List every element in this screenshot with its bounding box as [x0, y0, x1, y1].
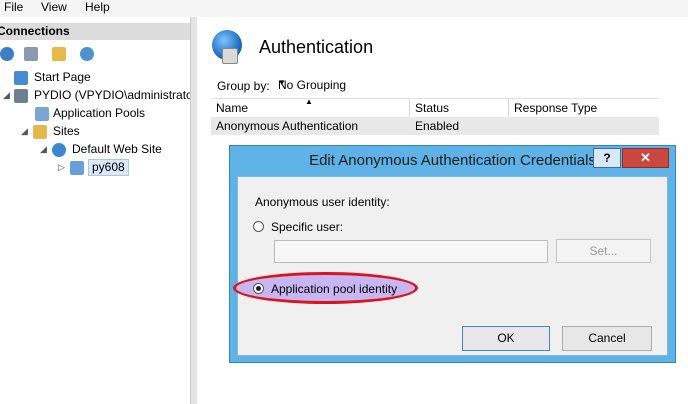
help-button[interactable]: ?: [593, 148, 621, 168]
table-row[interactable]: Anonymous Authentication Enabled: [211, 117, 659, 135]
cell-name: Anonymous Authentication: [216, 119, 359, 133]
collapse-arrow-icon[interactable]: ◢: [40, 141, 48, 158]
column-header-response-type[interactable]: Response Type: [509, 99, 659, 117]
connections-header: Connections: [0, 23, 190, 40]
tree-item-label: py608: [88, 159, 129, 176]
group-by-select[interactable]: No Grouping ▼: [274, 76, 392, 95]
web-site-globe-icon: [52, 143, 66, 157]
sort-ascending-icon: ▲: [305, 97, 313, 106]
radio-selected-dot: [256, 286, 261, 291]
connections-pane: Connections Start Page ◢ PYDIO (VPYDIO\a…: [0, 17, 193, 404]
tree-item-label: Default Web Site: [72, 142, 162, 156]
application-pools-icon: [35, 107, 49, 121]
ok-button[interactable]: OK: [462, 326, 550, 351]
cancel-button[interactable]: Cancel: [562, 326, 652, 351]
expand-arrow-icon[interactable]: ▷: [58, 159, 66, 176]
collapse-arrow-icon[interactable]: ◢: [21, 123, 29, 140]
dropdown-arrow-icon: ▼: [278, 78, 286, 87]
page-title: Authentication: [259, 37, 374, 57]
tree-item-sites[interactable]: ◢ Sites: [0, 123, 190, 140]
tree-item-label: Sites: [53, 124, 80, 138]
tree-item-py608[interactable]: ▷ py608: [0, 159, 190, 176]
server-icon: [14, 89, 28, 103]
cell-status: Enabled: [415, 119, 460, 133]
tree-item-server[interactable]: ◢ PYDIO (VPYDIO\administrato: [0, 87, 193, 104]
close-button[interactable]: ✕: [622, 148, 669, 168]
tree-item-start-page[interactable]: Start Page: [0, 69, 190, 86]
connections-title: Connections: [0, 24, 70, 38]
connections-toolbar: [0, 42, 190, 64]
dialog-body: Anonymous user identity: Specific user: …: [233, 176, 668, 356]
tree-item-label: Application Pools: [53, 106, 146, 120]
application-pool-identity-radio[interactable]: [253, 283, 264, 294]
column-header-status[interactable]: Status: [410, 99, 509, 117]
tree-item-application-pools[interactable]: Application Pools: [0, 105, 190, 122]
menu-view[interactable]: View: [41, 0, 67, 14]
sites-folder-icon: [33, 125, 47, 139]
application-icon: [70, 161, 84, 175]
save-icon[interactable]: [24, 47, 38, 61]
menu-bar: File View Help: [0, 0, 688, 17]
tree-item-label: Start Page: [34, 70, 91, 84]
grid-header: Name Status Response Type: [211, 98, 659, 118]
authentication-overlay-icon: [222, 48, 238, 64]
edit-credentials-dialog: Edit Anonymous Authentication Credential…: [229, 145, 676, 363]
disconnect-icon[interactable]: [80, 47, 94, 61]
set-button[interactable]: Set...: [556, 239, 651, 263]
up-folder-icon[interactable]: [52, 47, 66, 61]
collapse-arrow-icon[interactable]: ◢: [3, 87, 11, 104]
cell-response-type: [509, 117, 659, 135]
specific-user-input[interactable]: [274, 240, 548, 263]
identity-label: Anonymous user identity:: [255, 195, 390, 209]
connect-icon[interactable]: [0, 47, 14, 61]
group-by-label: Group by:: [217, 79, 270, 93]
tree-item-default-web-site[interactable]: ◢ Default Web Site: [0, 141, 190, 158]
start-page-icon: [14, 71, 28, 85]
menu-file[interactable]: File: [4, 0, 23, 14]
tree-item-label: PYDIO (VPYDIO\administrato: [34, 88, 193, 102]
pane-splitter[interactable]: [190, 17, 197, 404]
specific-user-radio[interactable]: [253, 221, 264, 232]
specific-user-label[interactable]: Specific user:: [271, 220, 343, 234]
application-pool-identity-label[interactable]: Application pool identity: [271, 282, 397, 296]
menu-help[interactable]: Help: [85, 0, 110, 14]
